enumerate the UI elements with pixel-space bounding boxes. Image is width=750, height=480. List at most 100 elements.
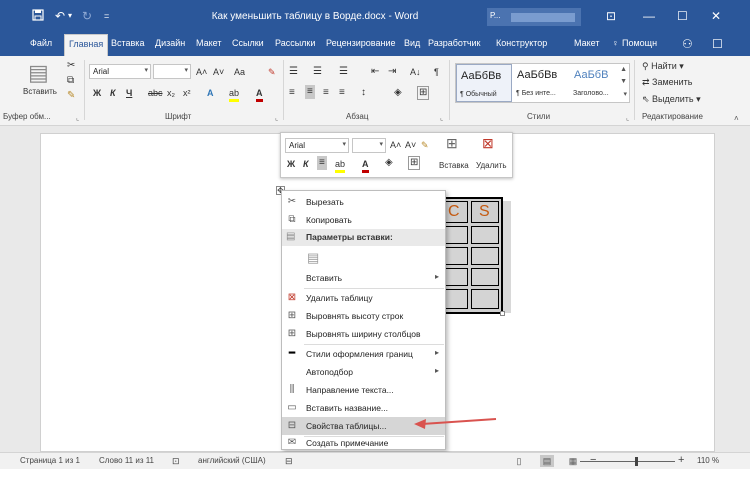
strikethrough-button[interactable]: abc <box>148 87 163 99</box>
close-button[interactable]: ✕ <box>711 9 721 23</box>
page-count[interactable]: Страница 1 из 1 <box>20 456 80 465</box>
style-no-spacing[interactable]: АаБбВв ¶ Без инте... <box>513 64 569 102</box>
paste-option-keep-format[interactable]: ▤ <box>282 248 445 270</box>
menu-item-insert[interactable]: Вставить ▸ <box>282 269 445 287</box>
paste-clipboard-icon[interactable]: ▤ <box>28 62 49 84</box>
menu-item-autofit[interactable]: Автоподбор ▸ <box>282 363 445 381</box>
minimize-button[interactable]: — <box>643 9 655 23</box>
align-left-icon[interactable]: ≡ <box>289 87 295 99</box>
table-resize-handle[interactable] <box>500 311 505 316</box>
table-cell[interactable] <box>471 289 499 309</box>
shrink-font-button[interactable]: A˅ <box>213 66 224 78</box>
tab-layout[interactable]: Макет <box>196 38 221 48</box>
tab-view[interactable]: Вид <box>404 38 420 48</box>
proofing-icon[interactable]: ⊡ <box>172 456 180 467</box>
table-cell[interactable] <box>471 268 499 286</box>
maximize-button[interactable]: ☐ <box>677 9 688 23</box>
find-button[interactable]: ⚲ Найти ▾ <box>642 60 684 72</box>
zoom-out-button[interactable]: − <box>590 454 596 466</box>
select-button[interactable]: ⇖ Выделить ▾ <box>642 93 701 105</box>
menu-item-text-direction[interactable]: ⫼ Направление текста... <box>282 381 445 399</box>
increase-indent-icon[interactable]: ⇥ <box>388 66 396 78</box>
mini-format-painter-icon[interactable]: ✎ <box>421 139 429 151</box>
undo-icon[interactable]: ↶ <box>55 9 65 23</box>
decrease-indent-icon[interactable]: ⇤ <box>371 66 379 78</box>
table-delete-icon[interactable]: ⊠ <box>482 136 494 150</box>
mini-bold-button[interactable]: Ж <box>287 158 295 170</box>
numbering-icon[interactable]: ☰ <box>313 66 322 78</box>
tab-references[interactable]: Ссылки <box>232 38 264 48</box>
gallery-more-icon[interactable]: ▾ <box>623 90 627 98</box>
tab-table-layout[interactable]: Макет <box>574 38 599 48</box>
comment-icon[interactable]: ☐ <box>712 37 723 51</box>
mini-shading-icon[interactable]: ◈ <box>385 157 393 169</box>
word-count[interactable]: Слово 11 из 11 <box>99 456 154 465</box>
mini-align-center-icon[interactable]: ≡ <box>317 156 327 170</box>
text-effects-button[interactable]: A <box>207 87 214 99</box>
underline-button[interactable]: Ч <box>126 87 132 99</box>
zoom-in-button[interactable]: + <box>678 454 684 466</box>
line-spacing-icon[interactable]: ↕ <box>361 87 366 99</box>
font-launcher-icon[interactable]: ⌞ <box>275 113 278 125</box>
tab-design[interactable]: Дизайн <box>155 38 185 48</box>
gallery-scroll-down-icon[interactable]: ▼ <box>620 78 627 85</box>
highlight-color-button[interactable]: ab <box>229 87 240 102</box>
styles-launcher-icon[interactable]: ⌞ <box>626 113 629 125</box>
print-layout-icon[interactable]: ▤ <box>540 455 554 467</box>
align-right-icon[interactable]: ≡ <box>323 87 329 99</box>
superscript-button[interactable]: x² <box>183 87 191 99</box>
tab-insert[interactable]: Вставка <box>111 38 144 48</box>
shading-icon[interactable]: ◈ <box>394 87 402 99</box>
font-name-combo[interactable]: Arial ▾ <box>89 64 151 79</box>
zoom-level[interactable]: 110 % <box>697 456 719 465</box>
mini-highlight-button[interactable]: ab <box>335 158 346 173</box>
multilevel-list-icon[interactable]: ☰ <box>339 66 348 78</box>
align-center-icon[interactable]: ≡ <box>305 85 315 99</box>
mini-shrink-font-button[interactable]: A˅ <box>405 139 416 151</box>
macro-record-icon[interactable]: ⊟ <box>285 456 293 467</box>
web-layout-icon[interactable]: ▦ <box>566 455 580 467</box>
tab-review[interactable]: Рецензирование <box>326 38 396 48</box>
font-color-button[interactable]: A <box>256 87 263 102</box>
style-heading[interactable]: АаБбВ Заголово... <box>570 64 626 102</box>
menu-item-border-styles[interactable]: ━ Стили оформления границ ▸ <box>282 345 445 363</box>
table-cell[interactable]: S <box>471 201 499 223</box>
change-case-button[interactable]: Aa <box>234 66 245 78</box>
language-status[interactable]: английский (США) <box>198 456 266 465</box>
format-painter-icon[interactable]: ✎ <box>67 90 75 102</box>
replace-button[interactable]: ⇄ Заменить <box>642 76 693 88</box>
save-icon[interactable] <box>32 9 44 24</box>
tell-me-search[interactable]: Помощн <box>622 38 657 48</box>
borders-icon[interactable]: ⊞ <box>417 86 430 100</box>
tab-mailings[interactable]: Рассылки <box>275 38 315 48</box>
style-normal[interactable]: АаБбВв ¶ Обычный <box>456 64 512 102</box>
mini-delete-button[interactable]: Удалить <box>476 160 507 172</box>
sort-button[interactable]: A↓ <box>410 66 421 78</box>
table-cell[interactable] <box>471 247 499 265</box>
mini-font-combo[interactable]: Arial ▾ <box>285 138 349 153</box>
tab-file[interactable]: Файл <box>30 38 52 48</box>
italic-button[interactable]: К <box>110 87 116 99</box>
zoom-slider-track[interactable] <box>580 461 675 462</box>
menu-item-cut[interactable]: ✂ Вырезать <box>282 193 445 211</box>
table-cell[interactable] <box>471 226 499 244</box>
mini-insert-button[interactable]: Вставка <box>439 160 469 172</box>
mini-font-color-button[interactable]: A <box>362 158 369 173</box>
subscript-button[interactable]: x₂ <box>167 87 175 99</box>
bold-button[interactable]: Ж <box>93 87 101 99</box>
bullets-icon[interactable]: ☰ <box>289 66 298 78</box>
gallery-scroll-up-icon[interactable]: ▲ <box>620 66 627 73</box>
mini-italic-button[interactable]: К <box>303 158 309 170</box>
collapse-ribbon-icon[interactable]: ˄ <box>734 113 739 125</box>
account-area[interactable]: Р... <box>487 8 581 26</box>
justify-icon[interactable]: ≡ <box>339 87 345 99</box>
share-person-icon[interactable]: ⚇ <box>682 37 693 51</box>
redo-icon[interactable]: ↻ <box>82 9 92 23</box>
menu-item-delete-table[interactable]: ⊠ Удалить таблицу <box>282 289 445 307</box>
paragraph-launcher-icon[interactable]: ⌞ <box>440 113 443 125</box>
clipboard-launcher-icon[interactable]: ⌞ <box>76 113 79 125</box>
font-size-combo[interactable]: ▾ <box>153 64 191 79</box>
copy-icon[interactable]: ⧉ <box>67 75 74 87</box>
document-table[interactable]: C S <box>436 197 503 314</box>
mini-borders-icon[interactable]: ⊞ <box>408 156 421 170</box>
